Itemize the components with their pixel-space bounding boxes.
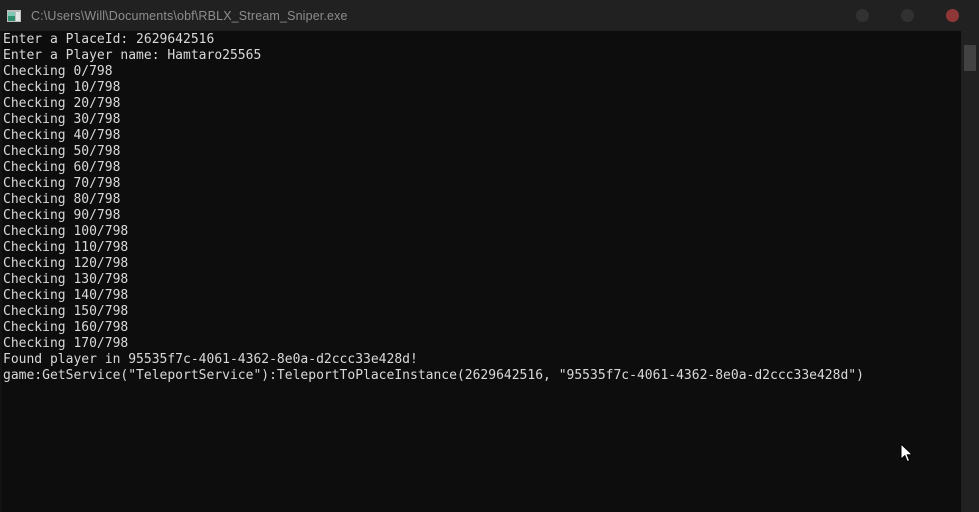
titlebar[interactable]: C:\Users\Will\Documents\obf\RBLX_Stream_… [0,0,979,31]
console-output[interactable]: Enter a PlaceId: 2629642516 Enter a Playe… [2,31,961,512]
window-title: C:\Users\Will\Documents\obf\RBLX_Stream_… [31,8,348,23]
console-line: Found player in 95535f7c-4061-4362-8e0a-… [3,352,418,367]
console-line: Checking 20/798 [3,96,121,111]
console-line: Checking 110/798 [3,240,129,255]
scrollbar-thumb[interactable] [964,45,976,71]
terminal-window: C:\Users\Will\Documents\obf\RBLX_Stream_… [0,0,979,512]
console-line: Checking 100/798 [3,224,129,239]
console-line: Checking 70/798 [3,176,121,191]
vertical-scrollbar[interactable] [961,31,979,512]
console-line: Checking 80/798 [3,192,121,207]
terminal-window-icon [6,8,22,24]
minimize-button[interactable] [856,9,869,22]
console-line: Checking 140/798 [3,288,129,303]
console-line: Enter a Player name: Hamtaro25565 [3,48,262,63]
console-line: Checking 120/798 [3,256,129,271]
console-line: game:GetService("TeleportService"):Telep… [3,368,864,383]
console-line: Checking 170/798 [3,336,129,351]
console-line: Checking 150/798 [3,304,129,319]
console-line: Checking 160/798 [3,320,129,335]
console-line: Checking 60/798 [3,160,121,175]
close-button[interactable] [946,9,959,22]
maximize-button[interactable] [901,9,914,22]
console-line: Checking 30/798 [3,112,121,127]
console-line: Enter a PlaceId: 2629642516 [3,32,215,47]
console-line: Checking 130/798 [3,272,129,287]
console-line: Checking 40/798 [3,128,121,143]
terminal-body[interactable]: Enter a PlaceId: 2629642516 Enter a Playe… [0,31,979,512]
console-line: Checking 10/798 [3,80,121,95]
console-line: Checking 50/798 [3,144,121,159]
console-line: Checking 90/798 [3,208,121,223]
console-line: Checking 0/798 [3,64,113,79]
window-controls [856,0,979,31]
